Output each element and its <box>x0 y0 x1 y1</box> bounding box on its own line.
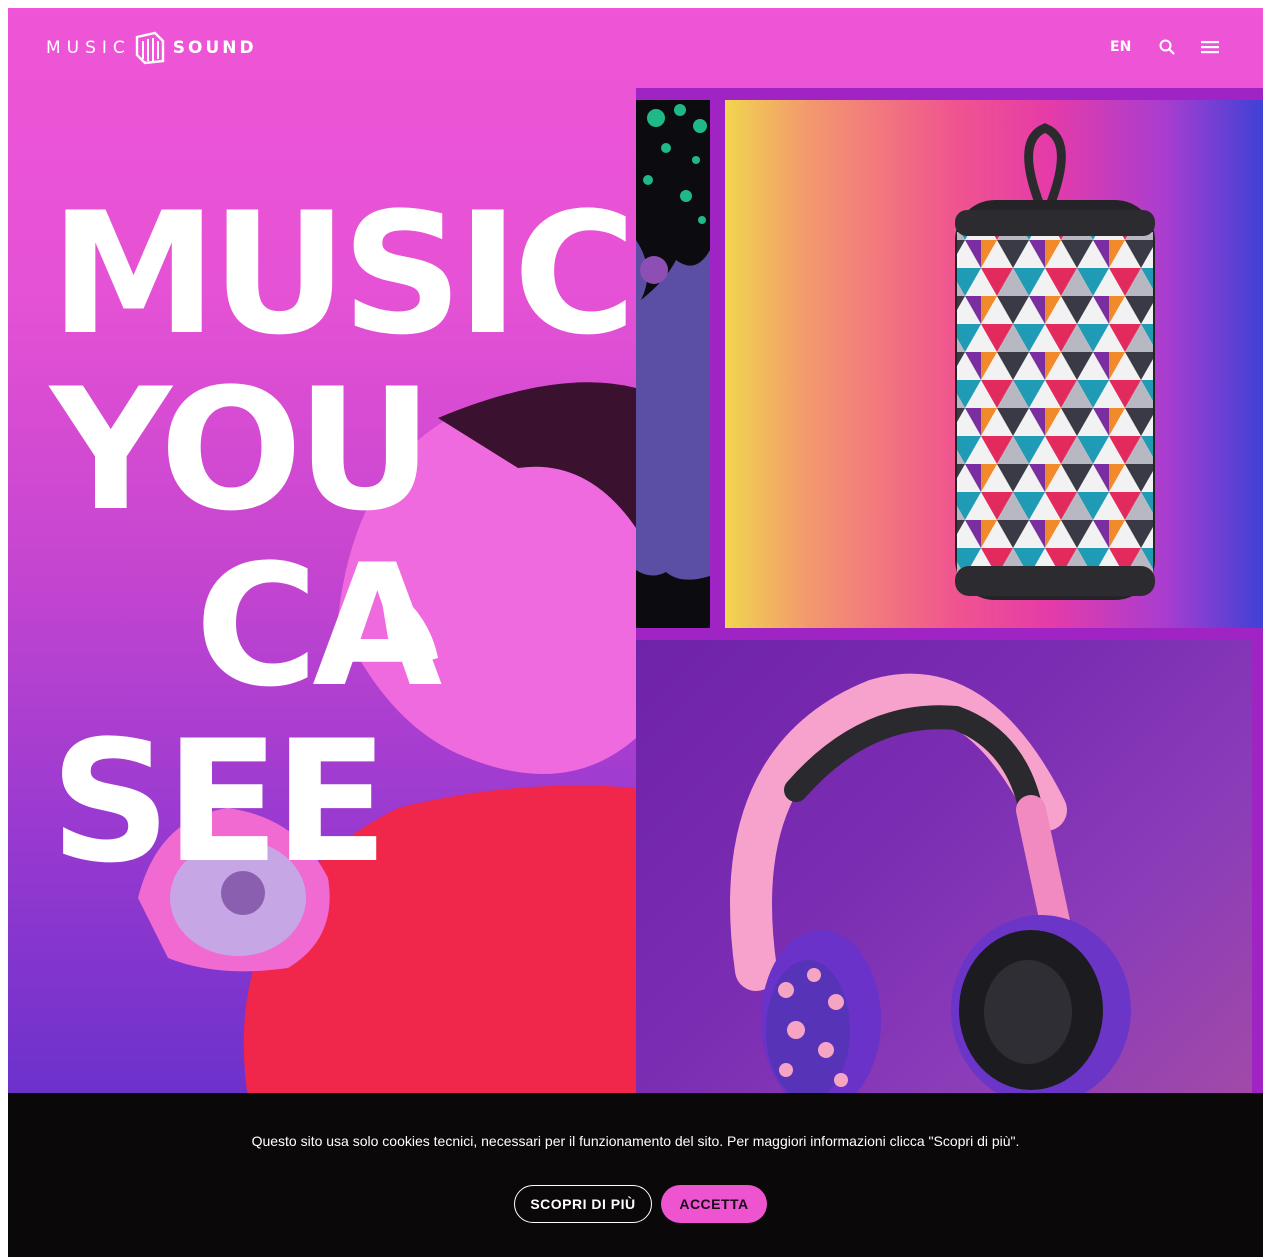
logo-mark-icon <box>135 31 164 65</box>
paint-splash-strip <box>636 100 710 628</box>
headphones-image <box>730 673 1131 1100</box>
page: MUSIC YOU CA SEE MUSIC SOUND EN Questo s… <box>8 8 1263 1257</box>
hero-title-line-2: YOU <box>50 352 433 548</box>
accept-button[interactable]: ACCETTA <box>661 1185 767 1223</box>
hero-title-line-3: CA <box>195 528 442 724</box>
language-switch[interactable]: EN <box>1110 39 1131 55</box>
speaker-image <box>955 123 1155 600</box>
search-icon[interactable] <box>1158 38 1176 56</box>
logo-text-music: MUSIC <box>46 38 131 58</box>
hero-title: MUSIC YOU CA SEE <box>50 186 636 890</box>
logo-text-sound: SOUND <box>172 38 257 58</box>
learn-more-button[interactable]: SCOPRI DI PIÙ <box>514 1185 652 1223</box>
headphones-product-panel[interactable] <box>636 640 1252 1100</box>
site-logo[interactable]: MUSIC SOUND <box>46 30 257 66</box>
hamburger-menu-icon[interactable] <box>1201 40 1219 54</box>
speaker-product-panel[interactable] <box>725 100 1263 628</box>
hero-section: MUSIC YOU CA SEE <box>8 8 636 1098</box>
cookie-banner: Questo sito usa solo cookies tecnici, ne… <box>8 1093 1263 1257</box>
cookie-text: Questo sito usa solo cookies tecnici, ne… <box>251 1133 1020 1149</box>
hero-title-line-1: MUSIC <box>50 176 636 372</box>
hero-title-line-4: SEE <box>50 704 389 900</box>
